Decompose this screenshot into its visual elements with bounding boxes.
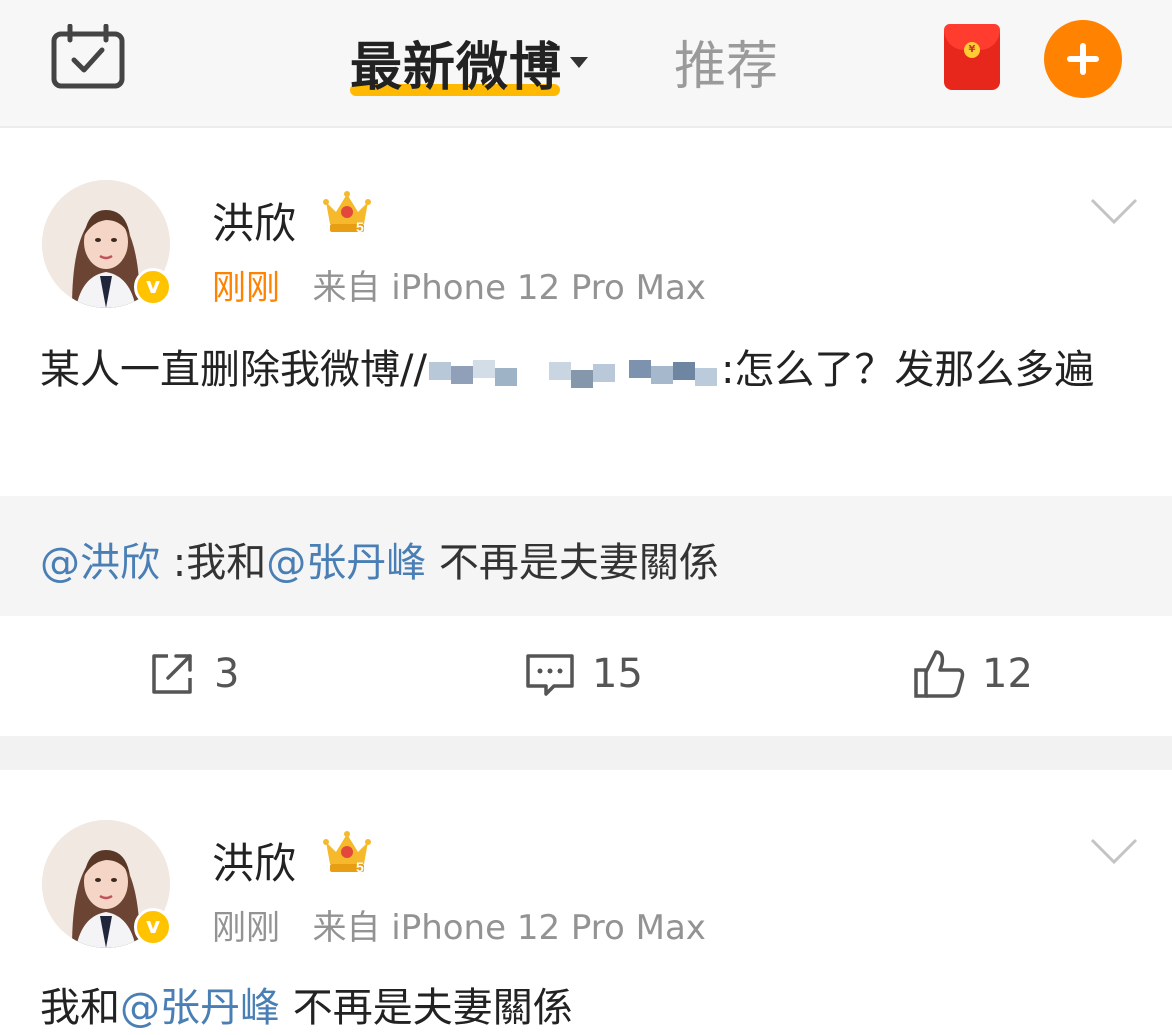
comment-icon bbox=[526, 654, 574, 696]
post-username[interactable]: 洪欣 bbox=[212, 190, 296, 251]
avatar[interactable]: v bbox=[42, 820, 172, 950]
post-source: 来自 iPhone 12 Pro Max bbox=[312, 908, 706, 948]
thumbs-up-icon bbox=[914, 650, 965, 698]
feed-post: v 洪欣 5 刚刚 来自 iPhone 12 Pro Max 某人一直删除我微博… bbox=[0, 130, 1172, 736]
dropdown-caret-icon bbox=[570, 56, 589, 68]
post-time: 刚刚 bbox=[212, 908, 280, 948]
comment-button[interactable]: 15 bbox=[524, 646, 643, 702]
blurred-mention bbox=[428, 352, 719, 392]
reposted-content[interactable]: @洪欣 :我和@张丹峰 不再是夫妻關係 bbox=[0, 496, 1172, 616]
svg-text:5: 5 bbox=[356, 859, 364, 875]
post-time: 刚刚 bbox=[212, 268, 280, 308]
post-content: 某人一直删除我微博// :怎么了？发那么多遍 bbox=[40, 338, 1140, 402]
svg-text:5: 5 bbox=[356, 219, 364, 235]
mention-link[interactable]: @洪欣 bbox=[40, 540, 160, 586]
top-nav-bar: 最新微博 推荐 ¥ bbox=[0, 0, 1172, 128]
post-action-bar: 3 15 12 bbox=[0, 616, 1172, 736]
repost-text: @洪欣 :我和@张丹峰 不再是夫妻關係 bbox=[40, 530, 719, 588]
feed-post: v 洪欣 5 刚刚 来自 iPhone 12 Pro Max 我和@张丹峰 不再… bbox=[0, 770, 1172, 1035]
mention-link[interactable]: @张丹峰 bbox=[266, 540, 426, 586]
calendar-check-icon[interactable] bbox=[50, 24, 126, 90]
post-username[interactable]: 洪欣 bbox=[212, 830, 296, 891]
vip-crown-icon: 5 bbox=[323, 191, 371, 235]
post-source: 来自 iPhone 12 Pro Max bbox=[312, 268, 706, 308]
post-content-text-2: 不再是夫妻關係 bbox=[280, 985, 573, 1031]
tab-recommend[interactable]: 推荐 bbox=[674, 24, 778, 99]
add-post-button[interactable] bbox=[1044, 20, 1122, 98]
verified-badge-icon: v bbox=[134, 268, 172, 306]
share-count: 3 bbox=[214, 651, 240, 697]
mention-link[interactable]: @张丹峰 bbox=[120, 985, 280, 1031]
like-count: 12 bbox=[982, 651, 1033, 697]
feed-divider bbox=[0, 736, 1172, 770]
avatar[interactable]: v bbox=[42, 180, 172, 310]
tab-latest-label: 最新微博 bbox=[350, 37, 563, 98]
repost-text-part: 不再是夫妻關係 bbox=[426, 540, 719, 586]
chevron-down-icon[interactable] bbox=[1088, 196, 1140, 226]
vip-crown-icon: 5 bbox=[323, 831, 371, 875]
post-meta: 刚刚 来自 iPhone 12 Pro Max bbox=[212, 260, 706, 309]
repost-text-part: :我和 bbox=[160, 540, 267, 586]
red-packet-icon[interactable]: ¥ bbox=[944, 24, 1000, 90]
share-icon bbox=[152, 654, 192, 694]
share-button[interactable]: 3 bbox=[146, 646, 239, 702]
post-content-text: 某人一直删除我微博// bbox=[40, 347, 427, 393]
comment-count: 15 bbox=[592, 651, 643, 697]
verified-badge-icon: v bbox=[134, 908, 172, 946]
post-meta: 刚刚 来自 iPhone 12 Pro Max bbox=[212, 900, 706, 949]
like-button[interactable]: 12 bbox=[912, 646, 1033, 702]
tab-latest-weibo[interactable]: 最新微博 bbox=[350, 20, 589, 104]
chevron-down-icon[interactable] bbox=[1088, 836, 1140, 866]
post-content-text-2: :怎么了？发那么多遍 bbox=[720, 347, 1095, 393]
post-content: 我和@张丹峰 不再是夫妻關係 bbox=[40, 976, 1140, 1035]
post-content-text: 我和 bbox=[40, 985, 120, 1031]
